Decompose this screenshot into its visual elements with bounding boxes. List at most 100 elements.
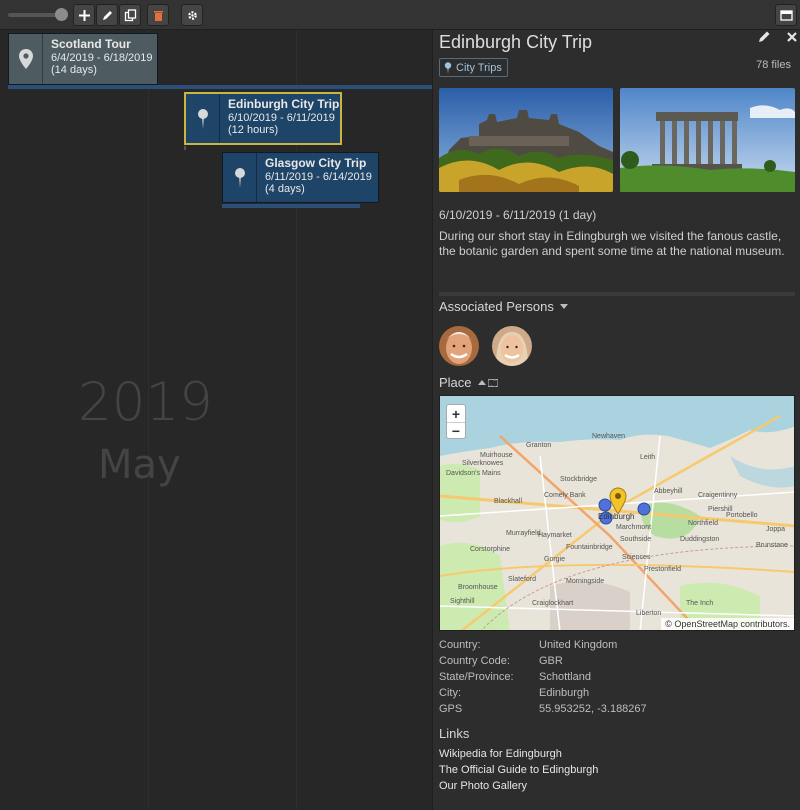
map-label: Northfield bbox=[688, 520, 718, 527]
timeline-year-label: 2019 bbox=[78, 372, 213, 433]
event-card-edinburgh-city-trip[interactable]: Edinburgh City Trip 6/10/2019 - 6/11/201… bbox=[184, 92, 342, 145]
map-label: Fountainbridge bbox=[566, 544, 613, 551]
map-label: Sciences bbox=[622, 554, 651, 561]
map-attribution[interactable]: © OpenStreetMap contributors. bbox=[661, 618, 794, 630]
zoom-in-button[interactable]: + bbox=[447, 405, 465, 422]
close-icon[interactable] bbox=[785, 30, 799, 44]
map-label: Murrayfield bbox=[506, 530, 541, 537]
photo-thumbnail-monument[interactable] bbox=[620, 88, 795, 192]
edit-pencil-icon[interactable] bbox=[757, 30, 771, 44]
pencil-icon bbox=[102, 10, 112, 20]
property-value: Schottland bbox=[539, 671, 591, 683]
photo-thumbnail-castle[interactable] bbox=[439, 88, 613, 192]
map-label: Duddingston bbox=[680, 536, 720, 543]
event-card-scotland-tour[interactable]: Scotland Tour 6/4/2019 - 6/18/2019 (14 d… bbox=[8, 33, 158, 85]
person-avatar[interactable] bbox=[439, 326, 479, 366]
map-label: Prestonfield bbox=[644, 566, 681, 573]
person-avatar[interactable] bbox=[492, 326, 532, 366]
event-dates: 6/4/2019 - 6/18/2019 bbox=[51, 52, 153, 64]
map-label: Blackhall bbox=[494, 498, 523, 505]
map-label: Gorgie bbox=[544, 556, 566, 563]
gear-icon bbox=[187, 10, 197, 20]
timeline-view[interactable]: 2019 May Scotland Tour 6/4/2019 - 6/18/2… bbox=[0, 30, 432, 810]
toolbar bbox=[0, 0, 800, 30]
event-info: Edinburgh City Trip 6/10/2019 - 6/11/201… bbox=[220, 94, 339, 143]
event-title: Scotland Tour bbox=[51, 37, 131, 51]
map-label: Stockbridge bbox=[560, 476, 597, 483]
map-pin-icon bbox=[9, 34, 43, 84]
event-info: Scotland Tour 6/4/2019 - 6/18/2019 (14 d… bbox=[43, 34, 153, 84]
associated-persons-heading: Associated Persons bbox=[439, 299, 554, 314]
property-key: Country Code: bbox=[439, 655, 510, 667]
link-photo-gallery[interactable]: Our Photo Gallery bbox=[439, 780, 527, 792]
grid-line bbox=[296, 30, 297, 810]
caret-up-icon bbox=[477, 380, 486, 385]
settings-button[interactable] bbox=[181, 4, 203, 26]
pin-icon bbox=[186, 94, 220, 143]
map-label: Broomhouse bbox=[458, 584, 498, 591]
map-label: Southside bbox=[620, 536, 652, 543]
map-label: Craigentinny bbox=[698, 492, 738, 499]
timeline-month-label: May bbox=[98, 442, 181, 488]
property-value: GBR bbox=[539, 655, 563, 667]
place-header[interactable]: Place bbox=[439, 375, 498, 390]
property-key: Country: bbox=[439, 639, 481, 651]
property-value: United Kingdom bbox=[539, 639, 618, 651]
add-icon bbox=[78, 9, 90, 21]
map-label: The Inch bbox=[686, 600, 714, 607]
map-label: Leith bbox=[640, 454, 656, 461]
event-dates: 6/10/2019 - 6/11/2019 bbox=[228, 112, 335, 124]
event-dates: 6/11/2019 - 6/14/2019 bbox=[265, 171, 372, 183]
add-button[interactable] bbox=[73, 4, 95, 26]
property-value: Edinburgh bbox=[539, 687, 590, 699]
associated-persons-header[interactable]: Associated Persons bbox=[439, 299, 568, 314]
event-duration-bar bbox=[222, 204, 360, 208]
event-duration: (14 days) bbox=[51, 64, 97, 76]
place-heading: Place bbox=[439, 375, 472, 390]
edit-button[interactable] bbox=[96, 4, 118, 26]
pin-icon bbox=[444, 61, 452, 74]
map-label: Joppa bbox=[766, 526, 786, 533]
panel-icon bbox=[779, 9, 793, 21]
map-label: Silverknowes bbox=[462, 460, 504, 467]
duplicate-button[interactable] bbox=[119, 4, 141, 26]
divider bbox=[439, 292, 795, 296]
copy-icon bbox=[124, 8, 136, 21]
delete-button[interactable] bbox=[147, 4, 169, 26]
category-tag-label: City Trips bbox=[456, 61, 502, 74]
map-label: Liberton bbox=[636, 610, 662, 617]
detail-pane: Edinburgh City Trip City Trips 78 files bbox=[432, 30, 800, 810]
map-icon bbox=[487, 378, 498, 387]
event-title: Glasgow City Trip bbox=[265, 156, 367, 170]
zoom-slider-handle[interactable] bbox=[55, 8, 68, 21]
link-wikipedia[interactable]: Wikipedia for Edingburgh bbox=[439, 748, 562, 760]
category-tag[interactable]: City Trips bbox=[439, 58, 508, 77]
event-date-range: 6/10/2019 - 6/11/2019 (1 day) bbox=[439, 208, 597, 222]
property-value: 55.953252, -3.188267 bbox=[539, 703, 647, 715]
map-label: Piershill bbox=[708, 506, 733, 513]
map-label: Morningside bbox=[566, 578, 605, 585]
property-key: GPS bbox=[439, 703, 463, 715]
map-zoom-control: + − bbox=[446, 404, 466, 439]
file-count: 78 files bbox=[756, 59, 791, 71]
map-label: Newhaven bbox=[592, 433, 626, 440]
trash-icon bbox=[153, 10, 163, 21]
event-title: Edinburgh City Trip bbox=[228, 97, 340, 111]
links-heading: Links bbox=[439, 726, 470, 741]
map-label: Marchmont bbox=[616, 524, 652, 531]
link-official-guide[interactable]: The Official Guide to Edingburgh bbox=[439, 764, 598, 776]
zoom-out-button[interactable]: − bbox=[447, 422, 465, 439]
caret-down-icon bbox=[559, 304, 568, 309]
map-label: Slateford bbox=[508, 576, 537, 583]
property-key: City: bbox=[439, 687, 461, 699]
map-label: Muirhouse bbox=[480, 452, 513, 459]
event-duration-bar bbox=[184, 146, 186, 150]
toggle-panel-button[interactable] bbox=[775, 4, 797, 26]
map-label: Granton bbox=[526, 442, 552, 449]
location-map[interactable]: Newhaven Leith Granton Silverknowes Davi… bbox=[439, 395, 795, 631]
event-duration-bar bbox=[8, 85, 432, 89]
event-card-glasgow-city-trip[interactable]: Glasgow City Trip 6/11/2019 - 6/14/2019 … bbox=[222, 152, 379, 203]
map-label: Haymarket bbox=[538, 532, 572, 539]
map-label: Edinburgh bbox=[598, 512, 635, 521]
map-label: Craiglockhart bbox=[532, 600, 574, 607]
